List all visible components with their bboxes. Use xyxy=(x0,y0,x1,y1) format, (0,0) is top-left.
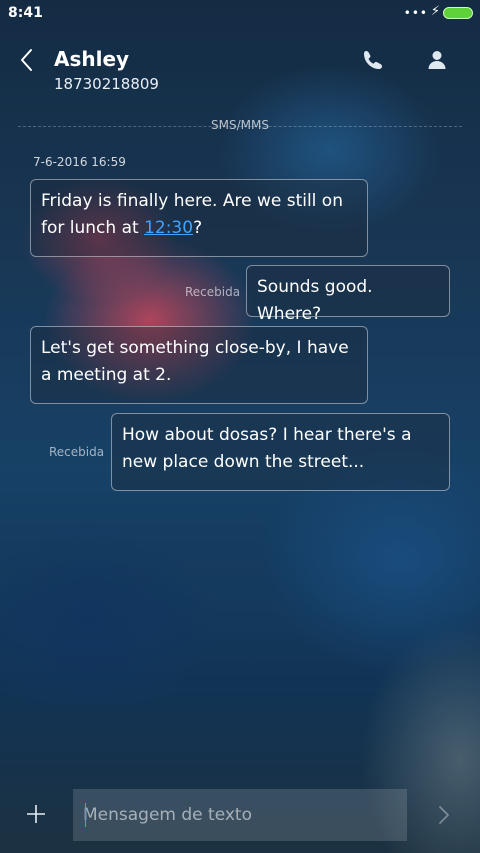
message-input[interactable] xyxy=(73,789,407,841)
channel-divider: SMS/MMS xyxy=(18,118,462,136)
delivery-status: Recebida xyxy=(49,445,105,459)
phone-icon xyxy=(364,51,382,69)
contact-name: Ashley xyxy=(54,47,130,71)
back-arrow-icon xyxy=(21,49,32,71)
attach-button[interactable] xyxy=(24,802,48,826)
conversation-header: Ashley 18730218809 xyxy=(0,40,480,100)
delivery-status: Recebida xyxy=(185,285,241,299)
charging-icon: ⚡ xyxy=(430,4,440,19)
notification-dots-icon: ••• xyxy=(403,6,428,20)
status-bar: 8:41 ••• ⚡ xyxy=(0,0,480,26)
message-text: ? xyxy=(193,218,203,238)
channel-label: SMS/MMS xyxy=(211,118,269,132)
message-bubble-outgoing[interactable]: Sounds good. Where? xyxy=(246,265,450,324)
message-timestamp: 7-6-2016 16:59 xyxy=(33,155,126,169)
back-button[interactable] xyxy=(16,46,40,74)
contact-number: 18730218809 xyxy=(54,75,159,93)
messaging-screen: 8:41 ••• ⚡ Ashley 18730218809 SMS/MMS 7-… xyxy=(0,0,480,853)
message-text: Sounds good. Where? xyxy=(257,277,373,324)
message-bubble-incoming[interactable]: Let's get something close-by, I have a m… xyxy=(30,326,368,404)
plus-icon xyxy=(27,805,45,823)
call-button[interactable] xyxy=(361,48,385,72)
message-composer xyxy=(0,788,480,842)
contact-profile-button[interactable] xyxy=(425,48,449,72)
send-arrow-icon xyxy=(439,806,449,824)
status-time: 8:41 xyxy=(8,5,43,21)
message-text: Let's get something close-by, I have a m… xyxy=(41,338,349,385)
send-button[interactable] xyxy=(434,802,454,828)
text-caret xyxy=(85,803,86,827)
message-bubble-outgoing[interactable]: How about dosas? I hear there's a new pl… xyxy=(111,413,450,491)
person-icon xyxy=(428,51,446,69)
battery-icon xyxy=(443,7,473,19)
message-text: How about dosas? I hear there's a new pl… xyxy=(122,425,412,472)
message-bubble-incoming[interactable]: Friday is finally here. Are we still on … xyxy=(30,179,368,257)
time-link[interactable]: 12:30 xyxy=(144,218,193,238)
